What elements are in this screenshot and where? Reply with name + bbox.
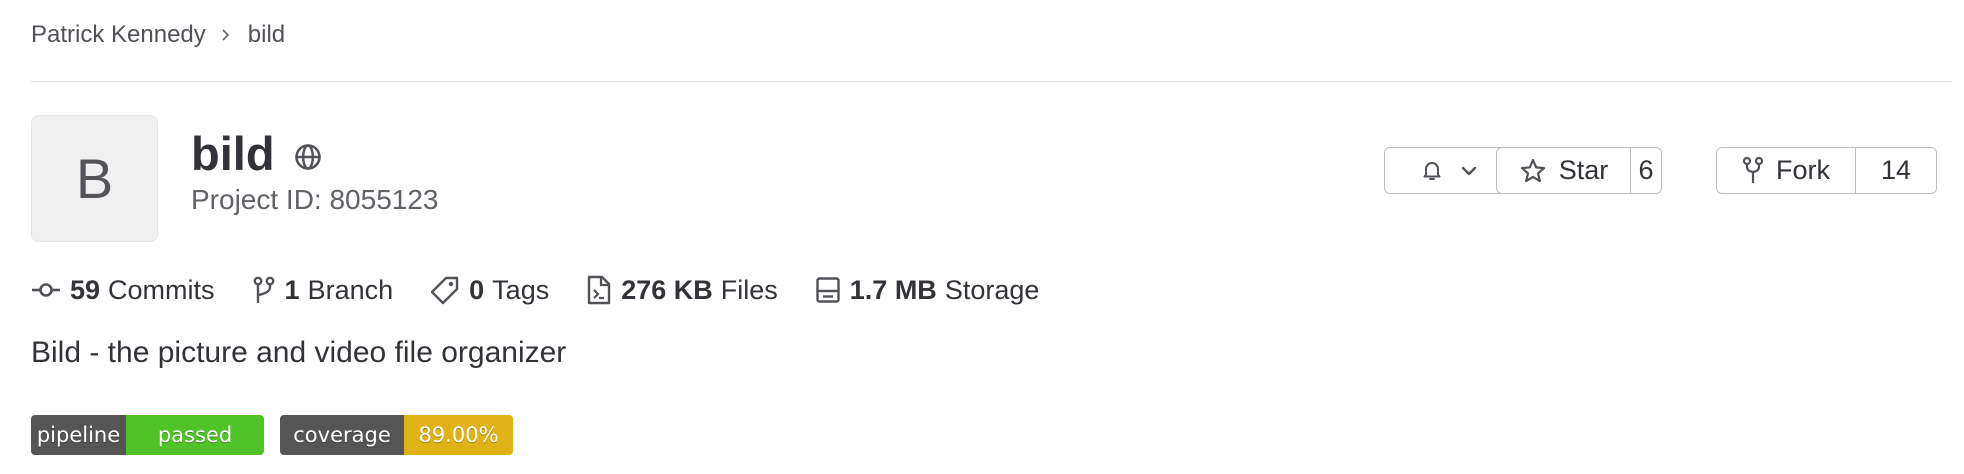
stat-files-label: Files [720,274,778,305]
stat-storage[interactable]: 1.7 MB Storage [815,274,1040,306]
project-description: Bild - the picture and video file organi… [31,336,567,369]
project-avatar[interactable]: B [31,115,158,242]
project-stats: 59 Commits 1 Branch 0 Tags 276 KB Files … [31,271,1076,309]
breadcrumb-project-link[interactable]: bild [248,21,285,49]
stat-commits-label: Commits [108,274,215,305]
project-title-row: bild [191,126,323,182]
notification-button[interactable] [1385,148,1514,193]
star-button-group: Star 6 [1496,147,1662,194]
fork-icon [1742,156,1764,186]
project-title: bild [191,127,275,180]
stat-branches-value: 1 [284,274,300,305]
star-button[interactable]: Star [1497,148,1630,193]
coverage-badge-value: 89.00% [404,415,513,455]
stat-branches[interactable]: 1 Branch [252,274,394,306]
fork-count[interactable]: 14 [1855,148,1936,193]
bell-icon [1422,160,1442,182]
storage-icon [815,276,841,304]
fork-button-group: Fork 14 [1716,147,1937,194]
stat-files-value: 276 KB [621,274,713,305]
branch-icon [252,275,276,305]
stat-commits-value: 59 [70,274,101,305]
fork-button[interactable]: Fork [1717,148,1855,193]
stat-tags[interactable]: 0 Tags [430,275,549,306]
chevron-down-icon [1460,165,1478,177]
star-label: Star [1558,155,1609,185]
project-id: Project ID: 8055123 [191,184,439,215]
coverage-badge-label: coverage [280,415,404,455]
stat-tags-value: 0 [469,274,485,305]
stat-files[interactable]: 276 KB Files [586,275,778,306]
stat-storage-label: Storage [944,274,1040,305]
breadcrumb-divider [31,81,1952,82]
chevron-right-icon [220,28,232,42]
pipeline-badge-value: passed [126,415,264,455]
project-page: Patrick Kennedy bild B bild Project ID: … [0,0,1964,474]
stat-commits[interactable]: 59 Commits [31,275,215,306]
coverage-badge[interactable]: coverage 89.00% [280,415,513,455]
tag-icon [430,275,460,305]
pipeline-badge-label: pipeline [31,415,126,455]
star-icon [1519,157,1547,185]
stat-tags-label: Tags [492,274,550,305]
stat-branches-label: Branch [307,274,394,305]
breadcrumb: Patrick Kennedy bild [31,17,285,53]
globe-icon [293,142,323,172]
pipeline-badge[interactable]: pipeline passed [31,415,264,455]
breadcrumb-owner-link[interactable]: Patrick Kennedy [31,21,206,49]
file-icon [586,275,612,305]
star-count[interactable]: 6 [1630,148,1661,193]
stat-storage-value: 1.7 MB [849,274,937,305]
fork-label: Fork [1776,155,1830,185]
commit-icon [31,280,61,300]
